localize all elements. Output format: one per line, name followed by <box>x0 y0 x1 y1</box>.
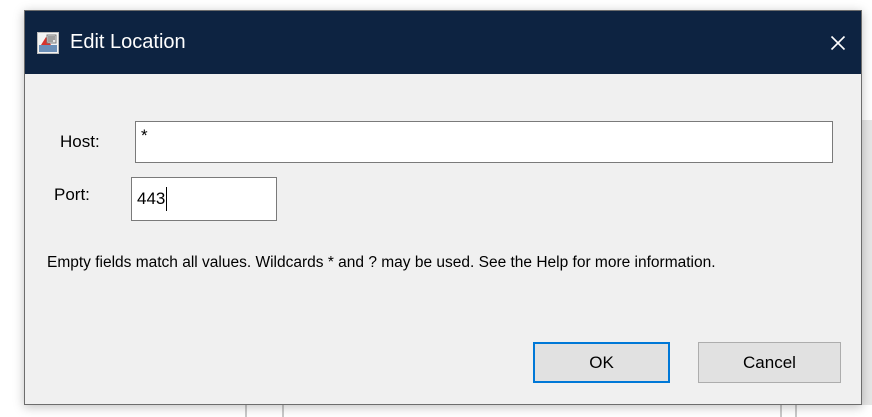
background-divider <box>245 405 247 417</box>
host-input[interactable]: * <box>135 121 833 163</box>
java-app-icon <box>37 32 59 54</box>
dialog-title: Edit Location <box>70 31 186 53</box>
port-label: Port: <box>54 185 90 204</box>
port-input[interactable]: 443 <box>131 177 277 221</box>
close-icon <box>830 35 846 51</box>
background-window-edge <box>862 120 872 417</box>
dialog-content: Host: * Port: 443 Empty fields match all… <box>25 74 861 404</box>
text-caret <box>166 187 168 211</box>
background-window-bottom <box>0 405 872 417</box>
background-divider <box>282 405 284 417</box>
edit-location-dialog: Edit Location Host: * Port: 443 Empty fi… <box>24 10 862 405</box>
host-input-value: * <box>141 126 148 145</box>
background-divider <box>780 405 782 417</box>
port-input-value: 443 <box>137 189 166 208</box>
host-label: Host: <box>60 132 100 151</box>
help-text: Empty fields match all values. Wildcards… <box>47 254 716 271</box>
cancel-button[interactable]: Cancel <box>698 342 841 383</box>
background-divider <box>795 405 797 417</box>
close-button[interactable] <box>815 11 861 74</box>
ok-button[interactable]: OK <box>533 342 670 383</box>
dialog-titlebar[interactable]: Edit Location <box>25 11 861 74</box>
